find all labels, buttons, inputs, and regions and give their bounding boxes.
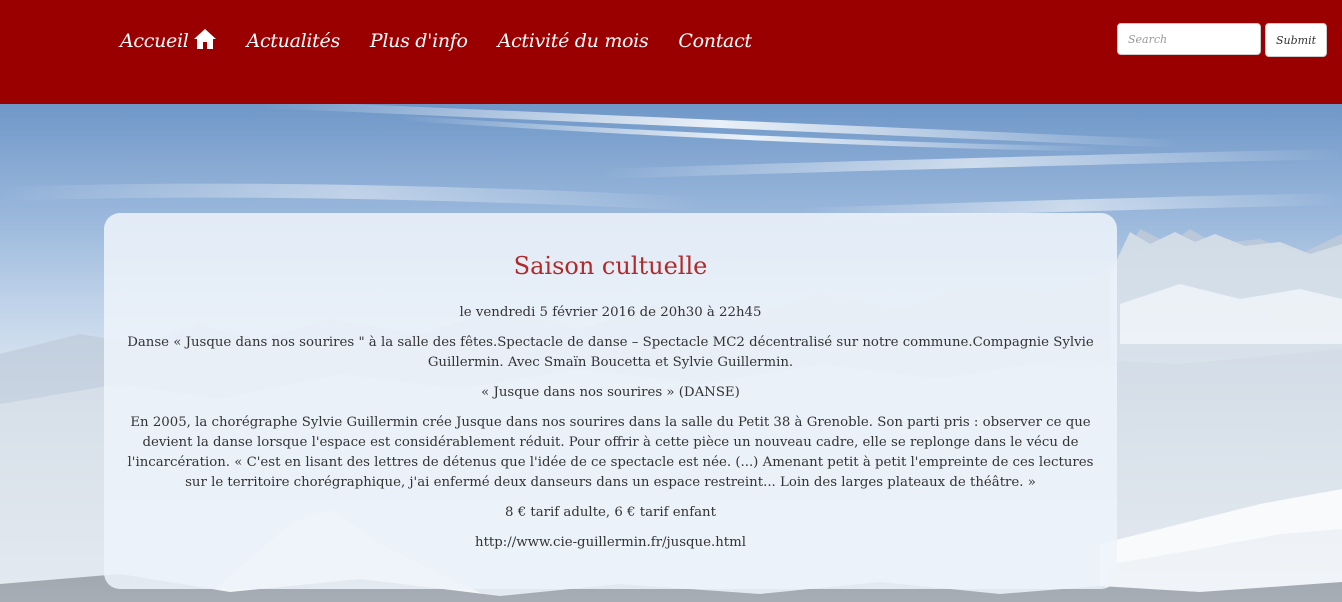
event-subtitle: « Jusque dans nos sourires » (DANSE) [481,385,740,400]
submit-button[interactable]: Submit [1265,23,1327,57]
nav-item-plus-info[interactable]: Plus d'info [370,30,468,52]
home-icon [193,29,216,49]
nav-item-actualites[interactable]: Actualités [246,30,341,52]
nav-item-label: Plus d'info [369,30,468,52]
search-input[interactable] [1117,23,1261,55]
nav-item-accueil[interactable]: Accueil [120,29,217,52]
search-form: Submit [1117,23,1327,57]
nav-item-label: Contact [678,30,752,52]
event-link[interactable]: http://www.cie-guillermin.fr/jusque.html [124,533,1097,553]
nav-item-label: Accueil [120,30,189,52]
nav-item-label: Actualités [246,30,341,52]
nav-item-contact[interactable]: Contact [678,30,752,52]
nav-menu: Accueil Actualités Plus d'info Activité … [120,26,782,56]
navbar: Accueil Actualités Plus d'info Activité … [0,0,1342,104]
page: Accueil Actualités Plus d'info Activité … [0,0,1342,602]
event-date: le vendredi 5 février 2016 de 20h30 à 22… [459,305,762,320]
nav-item-label: Activité du mois [497,30,649,52]
nav-item-activite-du-mois[interactable]: Activité du mois [498,30,649,52]
event-price: 8 € tarif adulte, 6 € tarif enfant [505,505,716,520]
event-description: En 2005, la chorégraphe Sylvie Guillermi… [127,415,1094,490]
content-card: Saison cultuelle le vendredi 5 février 2… [104,213,1117,589]
event-intro: Danse « Jusque dans nos sourires " à la … [127,335,1094,370]
article-title: Saison cultuelle [513,252,708,280]
